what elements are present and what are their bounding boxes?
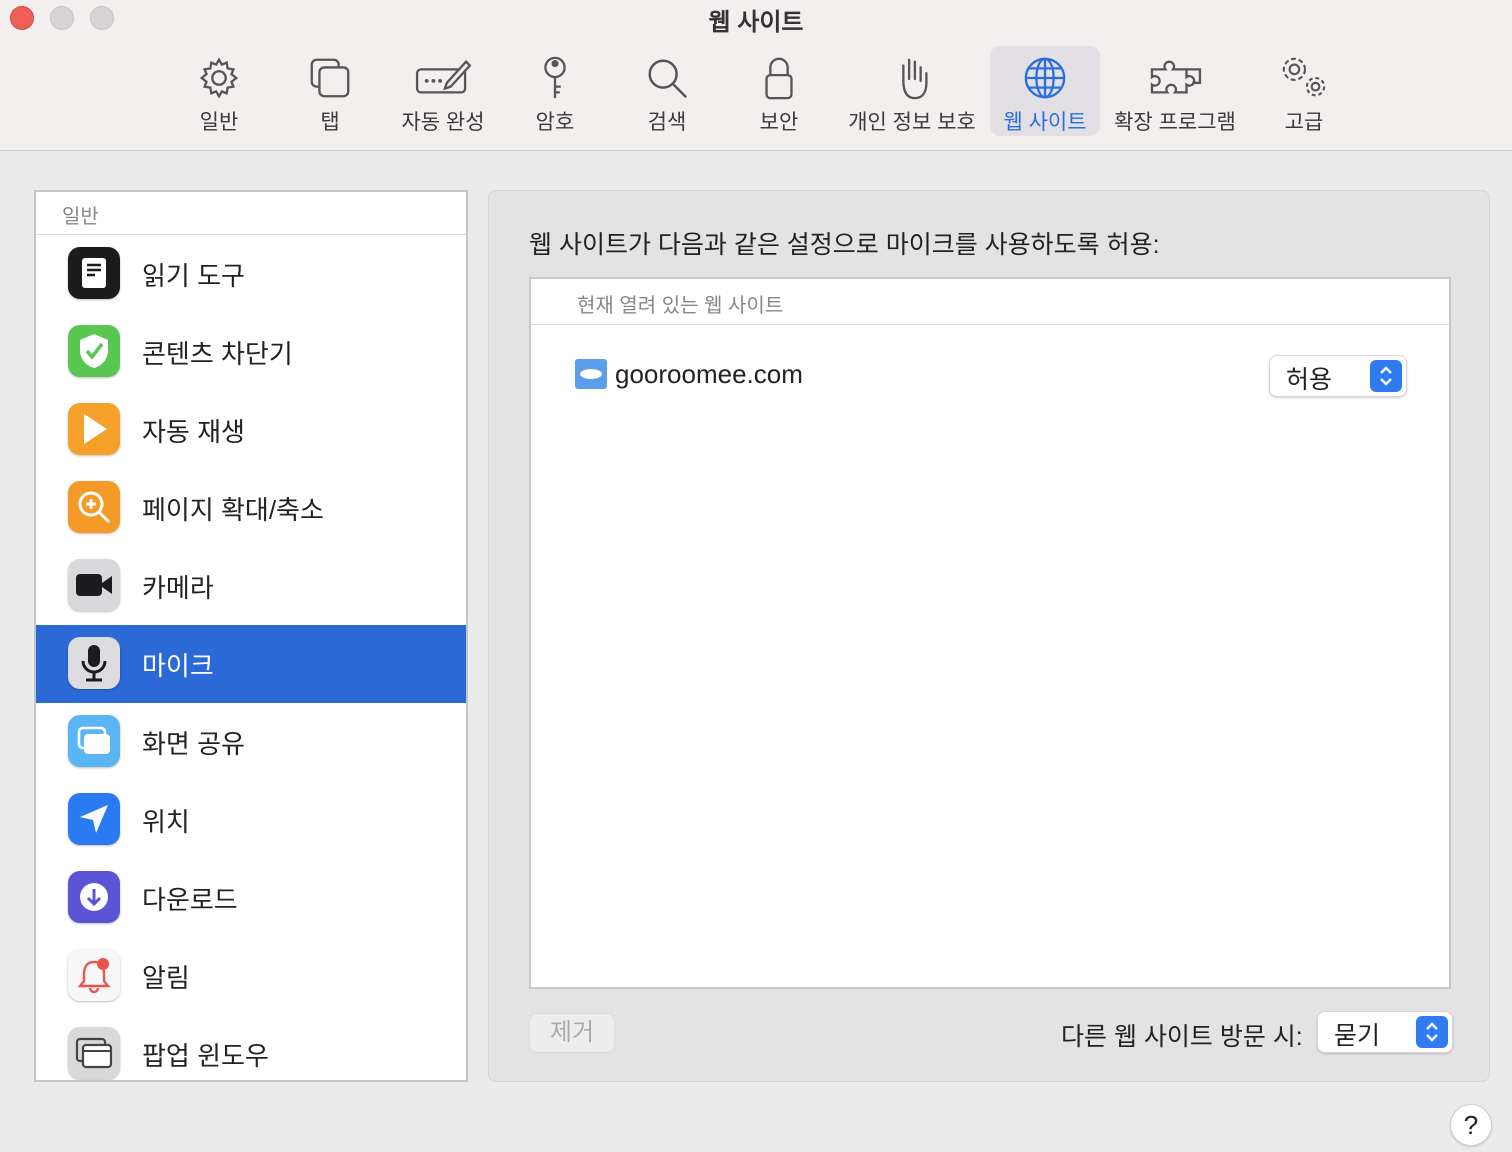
sidebar-item-autoplay[interactable]: 자동 재생 bbox=[36, 391, 466, 469]
sidebar-item-label: 자동 재생 bbox=[142, 416, 245, 447]
tab-label: 검색 bbox=[647, 111, 687, 134]
sidebar-item-label: 알림 bbox=[142, 962, 190, 993]
sidebar-item-label: 콘텐츠 차단기 bbox=[142, 338, 293, 369]
lock-icon bbox=[765, 57, 793, 100]
other-sites-label: 다른 웹 사이트 방문 시: bbox=[1061, 1023, 1303, 1051]
window-toolbar: 웹 사이트 일반 탭 자동 완성 암호 검색 보안 개인 정보 보호 웹 사이트… bbox=[0, 0, 1512, 151]
gears-icon bbox=[1282, 57, 1326, 97]
sidebar-item-label: 위치 bbox=[142, 806, 190, 837]
sidebar-item-label: 읽기 도구 bbox=[142, 260, 245, 291]
screen-share-icon bbox=[68, 715, 120, 767]
tab-label: 자동 완성 bbox=[401, 111, 485, 134]
sidebar-item-screen-sharing[interactable]: 화면 공유 bbox=[36, 703, 466, 781]
select-value: 허용 bbox=[1286, 366, 1333, 394]
sidebar-item-label: 팝업 윈도우 bbox=[142, 1040, 269, 1071]
sidebar-item-notifications[interactable]: 알림 bbox=[36, 937, 466, 1015]
sidebar-item-downloads[interactable]: 다운로드 bbox=[36, 859, 466, 937]
tab-label: 개인 정보 보호 bbox=[848, 111, 976, 134]
tab-label: 탭 bbox=[320, 111, 340, 134]
tabs-icon bbox=[310, 58, 350, 98]
tab-label: 웹 사이트 bbox=[1003, 111, 1087, 134]
tab-label: 확장 프로그램 bbox=[1114, 111, 1236, 134]
other-sites-select[interactable]: 묻기 bbox=[1317, 1011, 1453, 1053]
tab-websites[interactable]: 웹 사이트 bbox=[990, 46, 1100, 136]
autofill-pencil-icon bbox=[415, 60, 472, 94]
panel-description: 웹 사이트가 다음과 같은 설정으로 마이크를 사용하도록 허용: bbox=[529, 231, 1160, 259]
sidebar-item-content-blockers[interactable]: 콘텐츠 차단기 bbox=[36, 313, 466, 391]
tab-general[interactable]: 일반 bbox=[189, 46, 249, 136]
tab-autofill[interactable]: 자동 완성 bbox=[396, 46, 490, 136]
tab-label: 고급 bbox=[1284, 111, 1324, 134]
sidebar-item-reader[interactable]: 읽기 도구 bbox=[36, 235, 466, 313]
magnifier-icon bbox=[648, 59, 688, 99]
site-domain: gooroomee.com bbox=[615, 359, 803, 389]
sidebar-item-label: 페이지 확대/축소 bbox=[142, 494, 324, 525]
camera-icon bbox=[68, 559, 120, 611]
shield-check-icon bbox=[68, 325, 120, 377]
list-section-header: 일반 bbox=[36, 192, 466, 235]
permission-category-list[interactable]: 일반 읽기 도구 콘텐츠 차단기 자동 재생 페이지 확대/축소 카메라 마이크… bbox=[34, 190, 468, 1082]
sidebar-item-popup-windows[interactable]: 팝업 윈도우 bbox=[36, 1015, 466, 1080]
microphone-settings-panel: 웹 사이트가 다음과 같은 설정으로 마이크를 사용하도록 허용: 현재 열려 … bbox=[488, 190, 1490, 1082]
tab-search[interactable]: 검색 bbox=[637, 46, 697, 136]
tab-tabs[interactable]: 탭 bbox=[300, 46, 360, 136]
sidebar-item-label: 카메라 bbox=[142, 572, 214, 603]
site-favicon-icon bbox=[575, 359, 607, 389]
microphone-icon bbox=[68, 637, 120, 689]
puzzle-icon bbox=[1150, 60, 1202, 94]
chevron-up-down-icon bbox=[1416, 1016, 1448, 1048]
reader-icon bbox=[68, 247, 120, 299]
gear-icon bbox=[199, 57, 239, 99]
tab-label: 일반 bbox=[199, 111, 239, 134]
download-icon bbox=[68, 871, 120, 923]
tab-advanced[interactable]: 고급 bbox=[1274, 46, 1334, 136]
help-button[interactable]: ? bbox=[1450, 1104, 1492, 1146]
zoom-icon bbox=[68, 481, 120, 533]
sidebar-item-label: 다운로드 bbox=[142, 884, 238, 915]
sidebar-item-camera[interactable]: 카메라 bbox=[36, 547, 466, 625]
tab-passwords[interactable]: 암호 bbox=[525, 46, 585, 136]
tab-label: 보안 bbox=[759, 111, 799, 134]
popup-window-icon bbox=[68, 1027, 120, 1079]
location-arrow-icon bbox=[68, 793, 120, 845]
remove-button[interactable]: 제거 bbox=[529, 1013, 615, 1053]
site-permission-select[interactable]: 허용 bbox=[1269, 355, 1407, 397]
tab-extensions[interactable]: 확장 프로그램 bbox=[1112, 46, 1238, 136]
table-section-header: 현재 열려 있는 웹 사이트 bbox=[531, 279, 1449, 325]
table-row[interactable]: gooroomee.com 허용 bbox=[575, 355, 1415, 399]
window-title: 웹 사이트 bbox=[708, 9, 804, 36]
hand-icon bbox=[902, 58, 928, 100]
globe-icon bbox=[1024, 57, 1066, 99]
site-permission-table[interactable]: 현재 열려 있는 웹 사이트 gooroomee.com 허용 bbox=[529, 277, 1451, 989]
sidebar-item-location[interactable]: 위치 bbox=[36, 781, 466, 859]
sidebar-item-label: 마이크 bbox=[142, 650, 214, 681]
select-value: 묻기 bbox=[1334, 1022, 1381, 1050]
sidebar-item-page-zoom[interactable]: 페이지 확대/축소 bbox=[36, 469, 466, 547]
key-icon bbox=[544, 56, 566, 99]
sidebar-item-label: 화면 공유 bbox=[142, 728, 245, 759]
tab-label: 암호 bbox=[535, 111, 575, 134]
play-icon bbox=[68, 403, 120, 455]
sidebar-item-microphone[interactable]: 마이크 bbox=[36, 625, 466, 703]
bell-icon bbox=[68, 949, 120, 1001]
chevron-up-down-icon bbox=[1370, 360, 1402, 392]
tab-privacy[interactable]: 개인 정보 보호 bbox=[846, 46, 978, 136]
tab-security[interactable]: 보안 bbox=[749, 46, 809, 136]
